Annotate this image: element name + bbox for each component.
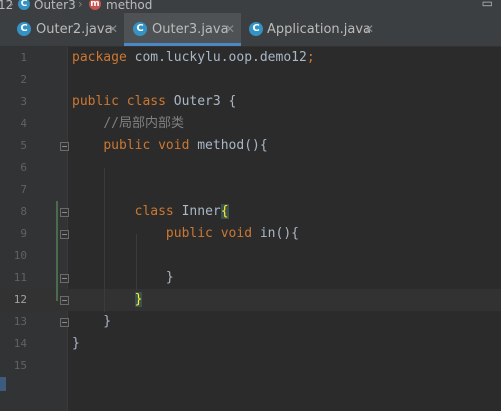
indent-guide xyxy=(104,168,105,312)
code-keyword: public class xyxy=(72,94,174,109)
class-icon: C xyxy=(17,22,31,36)
breadcrumb-item-class[interactable]: Outer3 xyxy=(34,0,76,11)
line-number: 5 xyxy=(20,139,27,152)
line-number: 14 xyxy=(13,337,27,350)
code-keyword: ; xyxy=(306,50,315,65)
code-line[interactable]: 6 xyxy=(0,157,501,179)
change-marker xyxy=(56,201,58,301)
fold-icon[interactable] xyxy=(60,230,69,239)
fold-icon[interactable] xyxy=(60,208,69,217)
line-number: 7 xyxy=(20,183,27,196)
code-line[interactable]: 13 } xyxy=(0,311,501,333)
code-line[interactable]: 10 xyxy=(0,245,501,267)
code-line[interactable]: 3 public class Outer3 { xyxy=(0,91,501,113)
code-token: } xyxy=(72,270,174,285)
code-line[interactable]: 11 } xyxy=(0,267,501,289)
code-line[interactable]: 2 xyxy=(0,69,501,91)
class-icon: C xyxy=(133,22,147,36)
code-token: } xyxy=(72,314,112,329)
scroll-marker xyxy=(0,377,6,391)
code-line[interactable]: 7 xyxy=(0,179,501,201)
line-number: 3 xyxy=(20,95,27,108)
line-number: 15 xyxy=(13,359,27,372)
code-token: in(){ xyxy=(259,226,299,241)
matched-brace: } xyxy=(134,292,143,307)
fold-icon[interactable] xyxy=(60,318,69,327)
code-keyword: public void xyxy=(103,138,198,153)
code-editor[interactable]: 1 package com.luckylu.oop.demo12; 2 3 public… xyxy=(0,47,501,411)
indent-guide xyxy=(136,234,137,290)
code-text: public void in(){ xyxy=(72,223,299,245)
code-token: com.luckylu.oop.demo12 xyxy=(134,50,307,65)
code-text: } xyxy=(72,289,143,311)
tab-application-java[interactable]: C Application.java ✕ xyxy=(243,13,377,46)
code-line[interactable]: 12 } xyxy=(0,289,501,311)
code-token: } xyxy=(72,336,80,351)
chevron-right-icon: › xyxy=(78,0,83,11)
code-line[interactable]: 5 public void method(){ xyxy=(0,135,501,157)
code-line[interactable]: 8 class Inner{ xyxy=(0,201,501,223)
line-number: 11 xyxy=(13,271,27,284)
method-icon: m xyxy=(89,0,101,10)
line-number: 6 xyxy=(20,161,27,174)
code-token: Inner xyxy=(181,204,221,219)
code-line[interactable]: 14} xyxy=(0,333,501,355)
code-line[interactable]: 1 package com.luckylu.oop.demo12; xyxy=(0,47,501,69)
code-text: public void method(){ xyxy=(72,135,268,157)
class-icon: C xyxy=(249,22,263,36)
code-token: Outer3 { xyxy=(173,94,237,109)
code-keyword: public void xyxy=(165,226,260,241)
fold-icon[interactable] xyxy=(60,142,69,151)
code-text: //局部内部类 xyxy=(72,113,184,135)
editor-tab-bar: C Outer2.java ✕ C Outer3.java ✕ C Applic… xyxy=(0,13,501,47)
line-number: 10 xyxy=(13,249,27,262)
tab-label: Application.java xyxy=(267,22,372,37)
line-number: 12 xyxy=(13,293,27,306)
breadcrumb: 12 › C Outer3 › m method ▭ xyxy=(0,0,501,13)
code-text: } xyxy=(72,267,174,289)
code-token: method(){ xyxy=(197,138,268,153)
fold-icon[interactable] xyxy=(60,296,69,305)
close-icon[interactable]: ✕ xyxy=(364,13,374,46)
code-text: package com.luckylu.oop.demo12; xyxy=(72,47,315,69)
line-number: 8 xyxy=(20,205,27,218)
code-keyword: class xyxy=(134,204,182,219)
tab-label: Outer3.java xyxy=(152,22,229,37)
code-line[interactable]: 15 xyxy=(0,355,501,377)
code-text: } xyxy=(72,311,111,333)
tab-outer2-java[interactable]: C Outer2.java ✕ xyxy=(8,13,122,46)
line-number: 4 xyxy=(20,117,27,130)
code-text: public class Outer3 { xyxy=(72,91,236,113)
line-number: 13 xyxy=(13,315,27,328)
close-icon[interactable]: ✕ xyxy=(225,13,235,46)
tab-label: Outer2.java xyxy=(36,22,113,37)
line-number: 2 xyxy=(20,73,27,86)
tab-outer3-java[interactable]: C Outer3.java ✕ xyxy=(124,13,241,46)
chevron-right-icon: › xyxy=(9,0,14,11)
code-text: class Inner{ xyxy=(72,201,229,223)
class-icon: C xyxy=(18,0,30,10)
fold-icon[interactable] xyxy=(60,274,69,283)
close-icon[interactable]: ✕ xyxy=(108,13,118,46)
code-line[interactable]: 9 public void in(){ xyxy=(0,223,501,245)
code-line[interactable]: 4 //局部内部类 xyxy=(0,113,501,135)
code-keyword: package xyxy=(72,50,135,65)
code-comment: //局部内部类 xyxy=(103,116,184,131)
window-icon[interactable]: ▭ xyxy=(482,0,493,9)
line-number: 1 xyxy=(20,51,27,64)
code-text: } xyxy=(72,333,80,355)
breadcrumb-item-method[interactable]: method xyxy=(106,0,152,11)
matched-brace: { xyxy=(220,204,229,219)
line-number: 9 xyxy=(20,227,27,240)
